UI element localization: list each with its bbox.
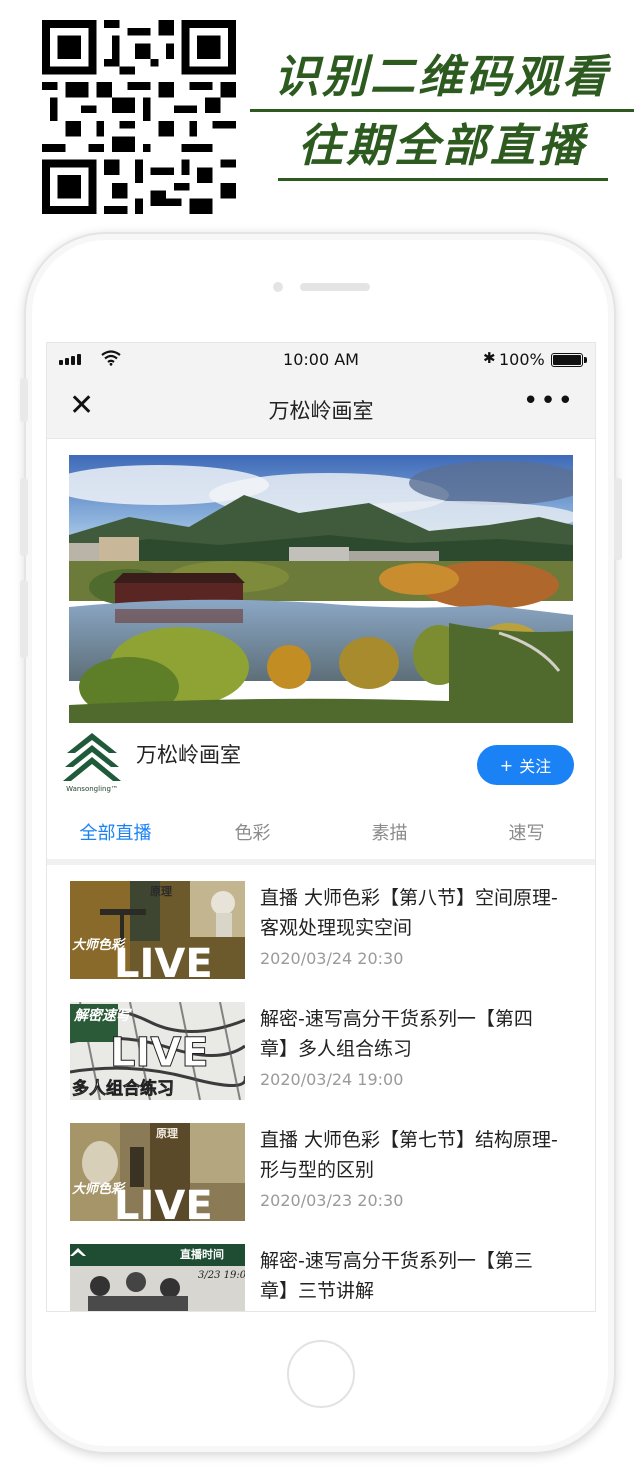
nav-title: 万松岭画室 bbox=[268, 399, 374, 423]
video-title: 直播 大师色彩【第八节】空间原理-客观处理现实空间 bbox=[260, 887, 558, 939]
thumbnail-badge: 3/23 19:00 bbox=[198, 1270, 245, 1281]
mute-switch bbox=[20, 378, 28, 422]
tab-sketch[interactable]: 素描 bbox=[321, 819, 458, 845]
thumbnail-caption: 原理 bbox=[156, 1127, 178, 1140]
video-date: 2020/03/23 20:30 bbox=[260, 1191, 404, 1210]
follow-label: 关注 bbox=[519, 757, 552, 776]
video-thumbnail: 解密速写 LIVE 多人组合练习 bbox=[70, 1002, 245, 1100]
list-item[interactable]: 解密速写 LIVE 多人组合练习 解密-速写高分干货系列一【第四章】多人组合练习… bbox=[47, 986, 595, 1107]
volume-down-button bbox=[20, 580, 28, 658]
live-label: LIVE bbox=[110, 1030, 209, 1076]
thumbnail-caption: 原理 bbox=[150, 885, 172, 898]
promo-divider bbox=[278, 178, 608, 181]
account-name: 万松岭画室 bbox=[136, 743, 241, 767]
promo-line-2: 往期全部直播 bbox=[297, 119, 586, 172]
video-date: 2020/03/24 20:30 bbox=[260, 949, 404, 968]
live-label: LIVE bbox=[114, 941, 213, 979]
bluetooth-icon: ✱ bbox=[483, 349, 496, 367]
volume-up-button bbox=[20, 478, 28, 556]
list-item[interactable]: 原理 大师色彩 LIVE 直播 大师色彩【第八节】空间原理-客观处理现实空间 2… bbox=[47, 865, 595, 986]
video-thumbnail: 原理 大师色彩 LIVE bbox=[70, 1123, 245, 1221]
video-title: 解密-速写高分干货系列一【第三章】三节讲解 bbox=[260, 1250, 533, 1302]
front-camera bbox=[273, 282, 283, 292]
brand-logo-text: Wansongling™ bbox=[66, 785, 118, 793]
status-bar: 10:00 AM ✱ 100% bbox=[47, 343, 595, 375]
tab-all-live[interactable]: 全部直播 bbox=[47, 819, 184, 845]
phone-screen: 10:00 AM ✱ 100% ✕ 万松岭画室 ••• Wansongling™… bbox=[46, 342, 596, 1312]
category-tabs: 全部直播 色彩 素描 速写 bbox=[47, 805, 595, 865]
list-item[interactable]: 原理 大师色彩 LIVE 直播 大师色彩【第七节】结构原理-形与型的区别 202… bbox=[47, 1107, 595, 1228]
more-icon[interactable]: ••• bbox=[523, 388, 575, 414]
page: 识别二维码观看 往期全部直播 10:00 AM ✱ 100% ✕ 万松岭画室 •… bbox=[0, 0, 642, 1472]
video-thumbnail: 原理 大师色彩 LIVE bbox=[70, 881, 245, 979]
plus-icon: + bbox=[499, 755, 514, 775]
battery-percentage: 100% bbox=[499, 350, 545, 369]
thumbnail-caption: 解密速写 bbox=[73, 1007, 133, 1024]
video-date: 2020/03/24 19:00 bbox=[260, 1070, 404, 1089]
list-item[interactable]: 直播时间 3/23 19:00 解密-速写高分干货系列一【第三章】三节讲解 bbox=[47, 1228, 595, 1311]
power-button bbox=[614, 478, 622, 560]
tab-quick-sketch[interactable]: 速写 bbox=[458, 819, 595, 845]
cover-image bbox=[69, 455, 573, 723]
follow-button[interactable]: + 关注 bbox=[477, 745, 574, 785]
promo-banner: 识别二维码观看 往期全部直播 bbox=[250, 48, 634, 186]
qr-code[interactable] bbox=[42, 20, 236, 214]
video-title: 解密-速写高分干货系列一【第四章】多人组合练习 bbox=[260, 1008, 533, 1060]
promo-divider bbox=[250, 109, 634, 112]
thumbnail-badge: 多人组合练习 bbox=[72, 1078, 174, 1099]
account-profile: Wansongling™ 万松岭画室 + 关注 bbox=[47, 723, 595, 805]
home-button[interactable] bbox=[287, 1340, 355, 1408]
tab-color[interactable]: 色彩 bbox=[184, 819, 321, 845]
video-list: 原理 大师色彩 LIVE 直播 大师色彩【第八节】空间原理-客观处理现实空间 2… bbox=[47, 865, 595, 1311]
video-thumbnail: 直播时间 3/23 19:00 bbox=[70, 1244, 245, 1311]
earpiece-speaker bbox=[300, 283, 370, 291]
nav-bar: ✕ 万松岭画室 ••• bbox=[47, 375, 595, 439]
promo-line-1: 识别二维码观看 bbox=[273, 50, 610, 103]
battery-icon bbox=[551, 353, 587, 367]
video-title: 直播 大师色彩【第七节】结构原理-形与型的区别 bbox=[260, 1129, 558, 1181]
live-label: LIVE bbox=[114, 1183, 213, 1221]
thumbnail-caption: 直播时间 bbox=[180, 1247, 224, 1261]
